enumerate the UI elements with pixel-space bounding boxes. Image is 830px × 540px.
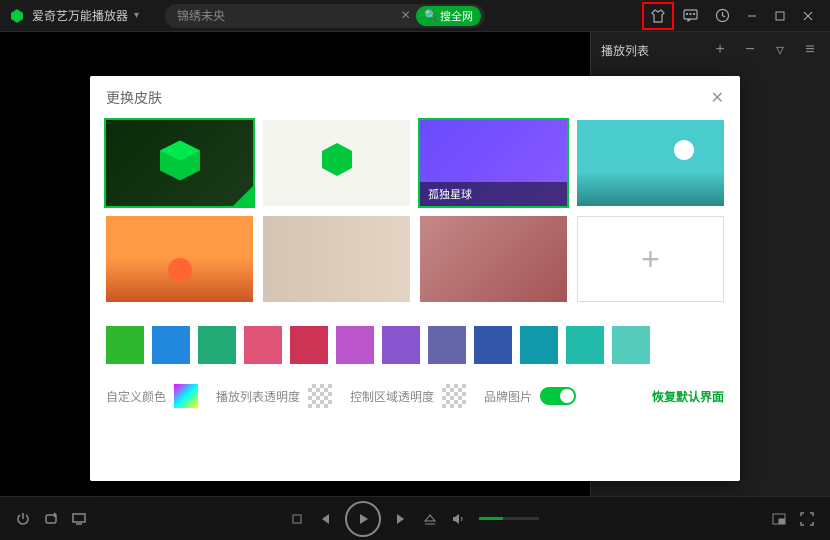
history-icon[interactable] <box>706 2 738 30</box>
color-swatch[interactable] <box>474 326 512 364</box>
skin-thumb-add[interactable]: + <box>577 216 724 302</box>
color-swatch[interactable] <box>244 326 282 364</box>
app-logo <box>8 7 26 25</box>
custom-color-label: 自定义颜色 <box>106 388 166 405</box>
skin-thumb-sunset[interactable] <box>106 216 253 302</box>
color-swatch[interactable] <box>198 326 236 364</box>
skin-thumb-purple[interactable]: 孤独星球 <box>420 120 567 206</box>
control-opacity-picker[interactable] <box>442 384 466 408</box>
brand-image-toggle[interactable] <box>540 387 576 405</box>
skin-thumb-teal[interactable] <box>577 120 724 206</box>
app-menu-dropdown[interactable]: ▾ <box>134 10 139 21</box>
search-clear-icon[interactable]: × <box>395 7 416 25</box>
search-input[interactable] <box>177 9 395 23</box>
skin-icon[interactable] <box>642 2 674 30</box>
feedback-icon[interactable] <box>674 2 706 30</box>
skin-modal: 更换皮肤 ✕ 孤独星球 + 自定义颜色 播放列表 <box>90 76 740 481</box>
search-web-button[interactable]: 🔍搜全网 <box>416 6 481 26</box>
playlist-menu-icon[interactable]: ≡ <box>800 41 820 59</box>
color-swatch[interactable] <box>152 326 190 364</box>
modal-close-icon[interactable]: ✕ <box>711 88 724 108</box>
color-swatch[interactable] <box>428 326 466 364</box>
playlist-title: 播放列表 <box>601 42 700 59</box>
prev-icon[interactable] <box>317 512 331 526</box>
pip-icon[interactable] <box>772 512 786 526</box>
custom-color-picker[interactable] <box>174 384 198 408</box>
skin-thumb-dark[interactable] <box>106 120 253 206</box>
color-swatch[interactable] <box>106 326 144 364</box>
volume-icon[interactable] <box>451 512 465 526</box>
titlebar: 爱奇艺万能播放器 ▾ × 🔍搜全网 <box>0 0 830 32</box>
color-swatch[interactable] <box>290 326 328 364</box>
color-swatch[interactable] <box>336 326 374 364</box>
playlist-opacity-label: 播放列表透明度 <box>216 388 300 405</box>
playlist-filter-icon[interactable]: ▿ <box>770 40 790 60</box>
skin-thumb-cat[interactable] <box>420 216 567 302</box>
brand-image-label: 品牌图片 <box>484 388 532 405</box>
control-opacity-label: 控制区域透明度 <box>350 388 434 405</box>
cast-icon[interactable] <box>72 512 86 526</box>
playlist-add-icon[interactable]: + <box>710 41 730 59</box>
power-icon[interactable] <box>16 512 30 526</box>
fullscreen-icon[interactable] <box>800 512 814 526</box>
close-button[interactable] <box>794 2 822 30</box>
color-swatches <box>90 302 740 364</box>
stop-icon[interactable] <box>291 513 303 525</box>
playlist-opacity-picker[interactable] <box>308 384 332 408</box>
modal-title: 更换皮肤 <box>106 88 162 108</box>
play-button[interactable] <box>345 501 381 537</box>
next-icon[interactable] <box>395 512 409 526</box>
maximize-button[interactable] <box>766 2 794 30</box>
skin-thumb-people[interactable] <box>263 216 410 302</box>
volume-slider[interactable] <box>479 517 539 520</box>
restore-default-link[interactable]: 恢复默认界面 <box>652 388 724 405</box>
color-swatch[interactable] <box>566 326 604 364</box>
skin-label: 孤独星球 <box>420 182 567 206</box>
loop-icon[interactable] <box>44 512 58 526</box>
color-swatch[interactable] <box>612 326 650 364</box>
eject-icon[interactable] <box>423 512 437 526</box>
search-box: × 🔍搜全网 <box>165 4 485 28</box>
skin-thumb-light[interactable] <box>263 120 410 206</box>
playlist-remove-icon[interactable]: − <box>740 41 760 59</box>
app-title: 爱奇艺万能播放器 <box>32 7 128 24</box>
minimize-button[interactable] <box>738 2 766 30</box>
color-swatch[interactable] <box>520 326 558 364</box>
color-swatch[interactable] <box>382 326 420 364</box>
playbar <box>0 496 830 540</box>
